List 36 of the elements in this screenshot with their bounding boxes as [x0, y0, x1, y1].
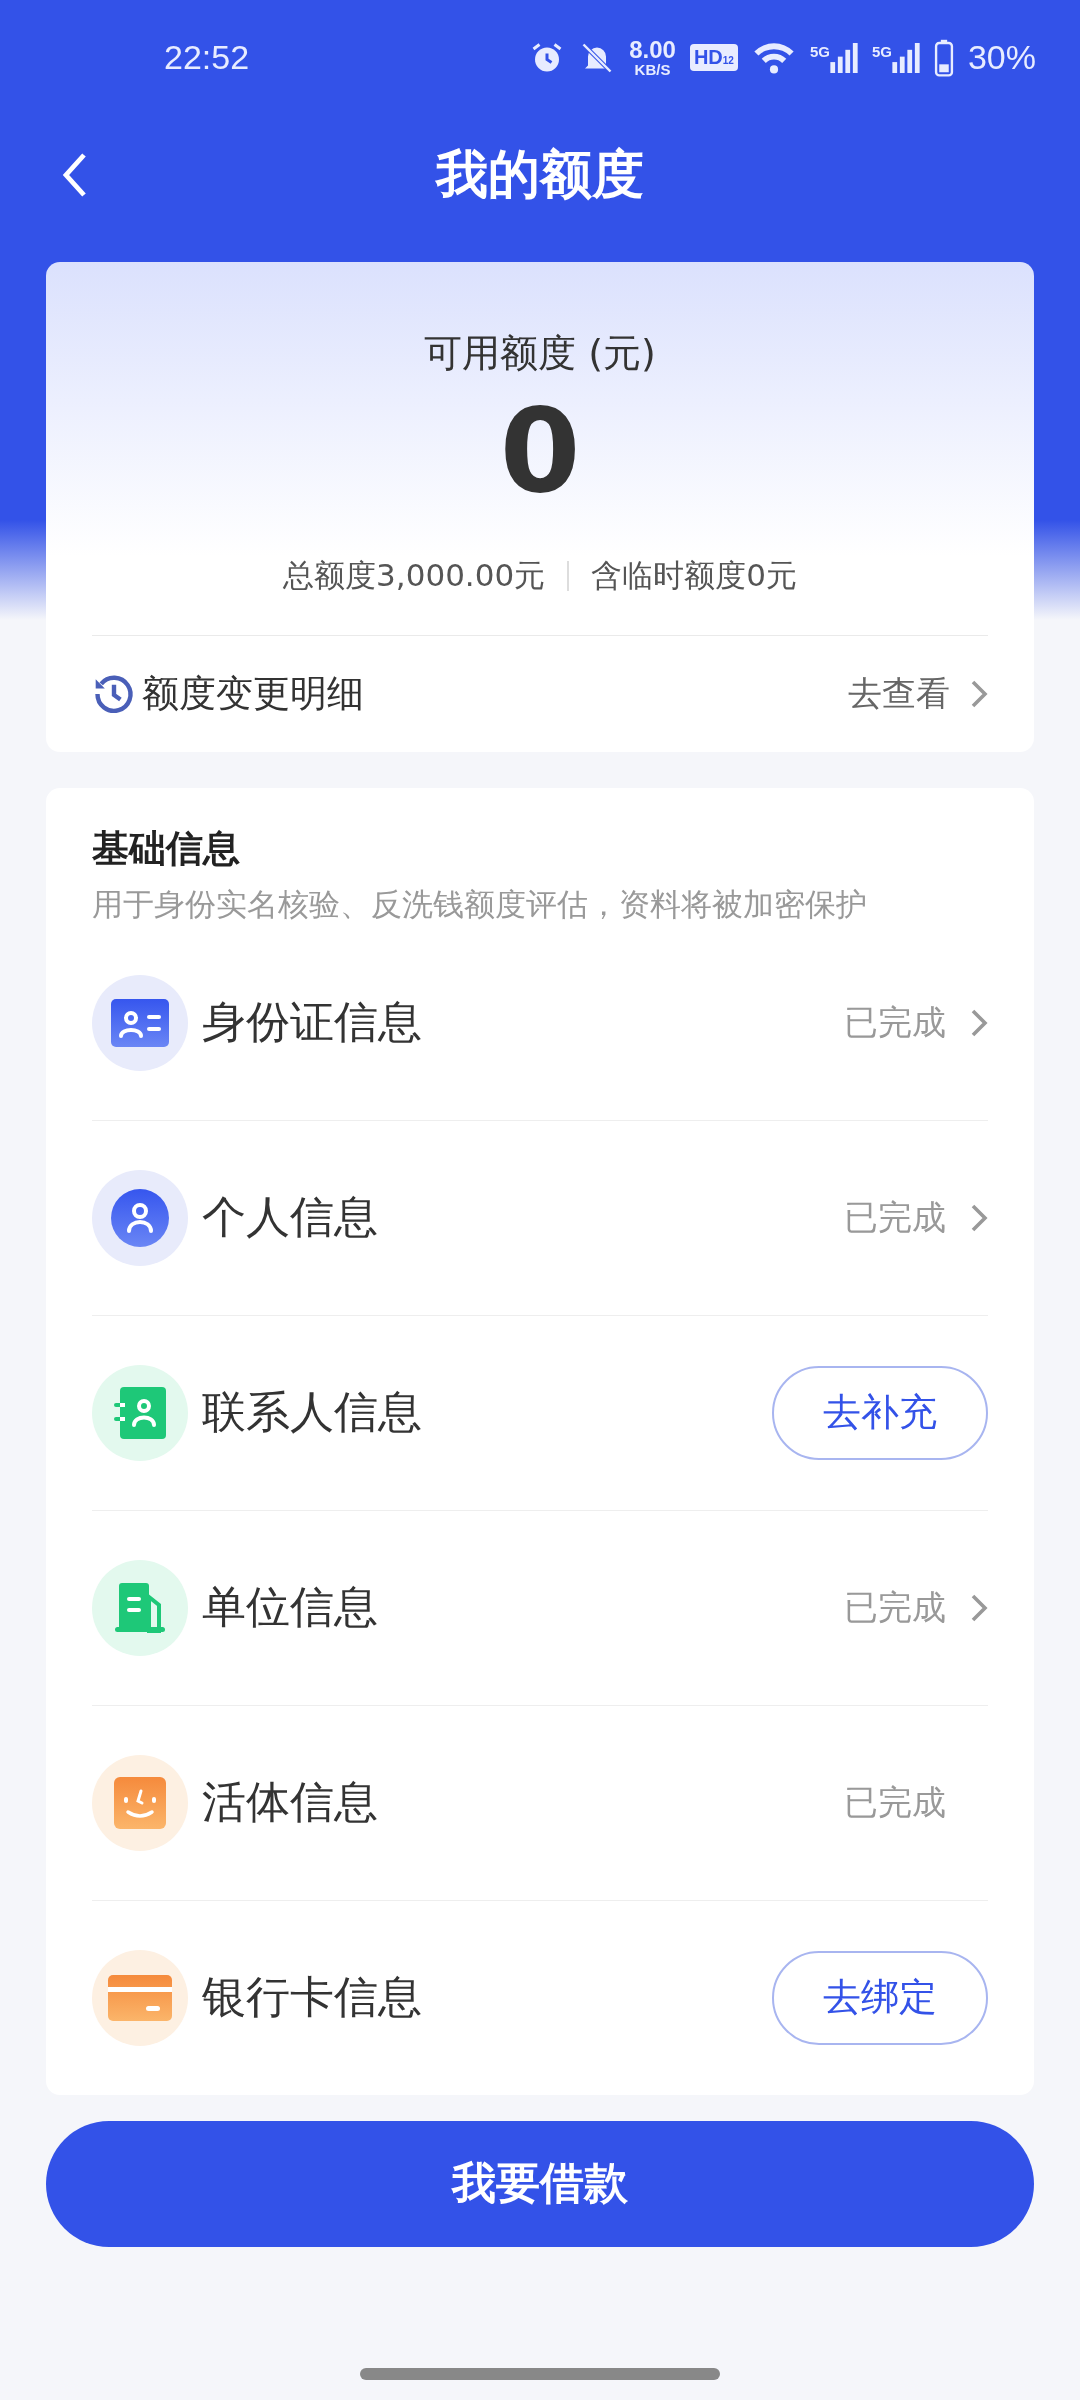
hd-indicator: HD12	[689, 44, 738, 71]
cell-signal: 5G	[871, 42, 920, 73]
section-subtitle: 用于身份实名核验、反洗钱额度评估，资料将被加密保护	[92, 884, 868, 924]
info-item-label: 身份证信息	[202, 995, 423, 1050]
section-title: 基础信息	[92, 825, 241, 872]
borrow-button[interactable]: 我要借款	[46, 2120, 1034, 2247]
completion-status: 已完成	[844, 1195, 946, 1239]
info-item-label: 联系人信息	[202, 1385, 423, 1440]
available-quota-amount: 0	[499, 387, 581, 515]
info-item-label: 单位信息	[202, 1580, 379, 1635]
quota-history-label: 额度变更明细	[142, 670, 365, 717]
person-icon	[111, 1188, 169, 1247]
completion-status: 已完成	[844, 1780, 946, 1824]
temporary-quota: 含临时额度0元	[591, 555, 797, 595]
battery-icon	[933, 38, 954, 77]
view-history-link[interactable]: 去查看	[848, 670, 950, 717]
building-icon	[115, 1582, 165, 1633]
info-item-label: 活体信息	[202, 1775, 379, 1830]
action-button[interactable]: 去绑定	[772, 1950, 988, 2045]
id-card-icon	[111, 998, 169, 1047]
total-quota: 总额度3,000.00元	[283, 555, 546, 595]
smiley-frame-icon	[114, 1776, 166, 1829]
info-item-label: 银行卡信息	[202, 1970, 423, 2025]
battery-level: 30%	[967, 38, 1036, 77]
bank-card-icon	[108, 1974, 172, 2021]
contact-book-icon	[114, 1386, 166, 1439]
status-time: 22:52	[164, 38, 250, 77]
chevron-icon	[970, 678, 988, 709]
page-title: 我的额度	[436, 143, 644, 206]
completion-status: 已完成	[844, 1585, 946, 1629]
available-quota-label: 可用额度 (元)	[424, 330, 656, 377]
info-item-label: 个人信息	[202, 1190, 379, 1245]
cell-signal: 5G	[809, 42, 858, 73]
network-speed: 8.00 KB/S	[629, 38, 676, 77]
completion-status: 已完成	[844, 1000, 946, 1044]
action-button[interactable]: 去补充	[772, 1365, 988, 1460]
